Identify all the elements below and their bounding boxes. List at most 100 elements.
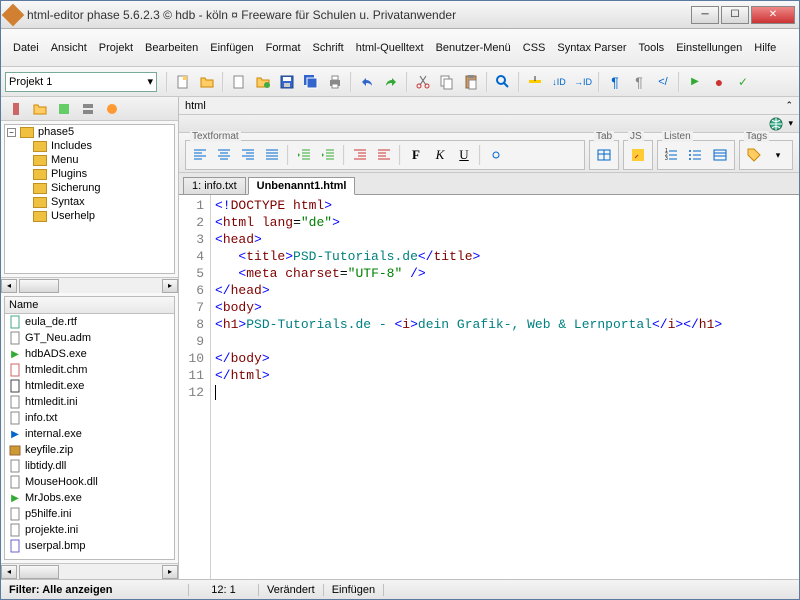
js-button[interactable]	[627, 144, 649, 166]
file-item[interactable]: p5hilfe.ini	[5, 506, 174, 522]
tree-item-menu[interactable]: Menu	[5, 153, 174, 167]
table-button[interactable]	[593, 144, 615, 166]
menu-html-quelltext[interactable]: html-Quelltext	[350, 40, 430, 56]
pilcrow-button[interactable]: ¶	[604, 71, 626, 93]
close-button[interactable]: ✕	[751, 6, 795, 24]
file-item[interactable]: keyfile.zip	[5, 442, 174, 458]
collapse-icon[interactable]: ⌃	[785, 100, 793, 111]
menu-ansicht[interactable]: Ansicht	[45, 40, 93, 56]
menu-tools[interactable]: Tools	[633, 40, 671, 56]
paste-button[interactable]	[460, 71, 482, 93]
list-ul-button[interactable]	[685, 144, 707, 166]
file-item[interactable]: ▶hdbADS.exe	[5, 346, 174, 362]
file-item[interactable]: eula_de.rtf	[5, 314, 174, 330]
find-button[interactable]	[492, 71, 514, 93]
file-item[interactable]: ▶MrJobs.exe	[5, 490, 174, 506]
tree-config-button[interactable]	[101, 98, 123, 120]
cut-button[interactable]	[412, 71, 434, 93]
open-folder-button[interactable]	[252, 71, 274, 93]
minimize-button[interactable]: ─	[691, 6, 719, 24]
tree-refresh-button[interactable]	[53, 98, 75, 120]
menu-einfuegen[interactable]: Einfügen	[204, 40, 259, 56]
print-button[interactable]	[324, 71, 346, 93]
tree-item-syntax[interactable]: Syntax	[5, 195, 174, 209]
file-item[interactable]: htmledit.exe	[5, 378, 174, 394]
outdent2-button[interactable]	[373, 144, 395, 166]
tree-home-button[interactable]	[5, 98, 27, 120]
link-button[interactable]	[485, 144, 507, 166]
tag-close-button[interactable]: </	[652, 71, 674, 93]
tag-down-button[interactable]: ▾	[767, 144, 789, 166]
italic-button[interactable]: K	[429, 144, 451, 166]
folder-tree[interactable]: − phase5 Includes Menu Plugins Sicherung…	[4, 124, 175, 274]
file-name: info.txt	[25, 412, 57, 424]
menu-datei[interactable]: Datei	[7, 40, 45, 56]
file-item[interactable]: info.txt	[5, 410, 174, 426]
file-item[interactable]: htmledit.ini	[5, 394, 174, 410]
outdent-button[interactable]	[293, 144, 315, 166]
list-ol-button[interactable]: 123	[661, 144, 683, 166]
file-item[interactable]: projekte.ini	[5, 522, 174, 538]
maximize-button[interactable]: ☐	[721, 6, 749, 24]
file-list[interactable]: Name eula_de.rtfGT_Neu.adm▶hdbADS.exehtm…	[4, 296, 175, 560]
file-item[interactable]: userpal.bmp	[5, 538, 174, 554]
underline-button[interactable]: U	[453, 144, 475, 166]
menu-hilfe[interactable]: Hilfe	[748, 40, 782, 56]
list-table-button[interactable]	[709, 144, 731, 166]
menu-projekt[interactable]: Projekt	[93, 40, 139, 56]
collapse-icon[interactable]: −	[7, 128, 16, 137]
open-file-button[interactable]	[196, 71, 218, 93]
tab-unbenannt1[interactable]: Unbenannt1.html	[248, 177, 356, 195]
menu-css[interactable]: CSS	[517, 40, 552, 56]
menu-schrift[interactable]: Schrift	[307, 40, 350, 56]
tree-open-button[interactable]	[29, 98, 51, 120]
code-editor[interactable]: 123456789101112 <!DOCTYPE html> <html la…	[179, 195, 799, 579]
save-button[interactable]	[276, 71, 298, 93]
id-mark-button[interactable]: ↓ID	[548, 71, 570, 93]
save-all-button[interactable]	[300, 71, 322, 93]
pilcrow2-button[interactable]: ¶	[628, 71, 650, 93]
undo-button[interactable]	[356, 71, 378, 93]
menu-benutzer-menue[interactable]: Benutzer-Menü	[430, 40, 517, 56]
redo-button[interactable]	[380, 71, 402, 93]
file-item[interactable]: GT_Neu.adm	[5, 330, 174, 346]
file-item[interactable]: ▶internal.exe	[5, 426, 174, 442]
tree-item-userhelp[interactable]: Userhelp	[5, 209, 174, 223]
bookmark-button[interactable]	[524, 71, 546, 93]
id-jump-button[interactable]: →ID	[572, 71, 594, 93]
align-center-button[interactable]	[213, 144, 235, 166]
tree-server-button[interactable]	[77, 98, 99, 120]
menu-einstellungen[interactable]: Einstellungen	[670, 40, 748, 56]
record-button[interactable]: ●	[708, 71, 730, 93]
line-gutter: 123456789101112	[179, 195, 211, 579]
tree-item-includes[interactable]: Includes	[5, 139, 174, 153]
file-item[interactable]: libtidy.dll	[5, 458, 174, 474]
menu-bearbeiten[interactable]: Bearbeiten	[139, 40, 204, 56]
tag-button[interactable]	[743, 144, 765, 166]
indent2-button[interactable]	[349, 144, 371, 166]
new-file-button[interactable]	[172, 71, 194, 93]
bold-button[interactable]: F	[405, 144, 427, 166]
copy-button[interactable]	[436, 71, 458, 93]
align-justify-button[interactable]	[261, 144, 283, 166]
code-area[interactable]: <!DOCTYPE html> <html lang="de"> <head> …	[211, 195, 799, 579]
filelist-scrollbar[interactable]: ◂▸	[1, 563, 178, 579]
align-left-button[interactable]	[189, 144, 211, 166]
new-doc-button[interactable]	[228, 71, 250, 93]
menu-syntax-parser[interactable]: Syntax Parser	[551, 40, 632, 56]
menu-format[interactable]: Format	[260, 40, 307, 56]
indent-button[interactable]	[317, 144, 339, 166]
check-button[interactable]: ✓	[732, 71, 754, 93]
tree-scrollbar[interactable]: ◂▸	[1, 277, 178, 293]
file-list-header[interactable]: Name	[5, 297, 174, 314]
tab-info-txt[interactable]: 1: info.txt	[183, 177, 246, 194]
run-button[interactable]: ▶	[684, 71, 706, 93]
tree-item-sicherung[interactable]: Sicherung	[5, 181, 174, 195]
tree-item-plugins[interactable]: Plugins	[5, 167, 174, 181]
file-item[interactable]: htmledit.chm	[5, 362, 174, 378]
group-tab: Tab	[594, 131, 614, 142]
file-item[interactable]: MouseHook.dll	[5, 474, 174, 490]
align-right-button[interactable]	[237, 144, 259, 166]
project-select[interactable]: Projekt 1 ▾	[5, 72, 157, 92]
tree-root[interactable]: − phase5	[5, 125, 174, 139]
